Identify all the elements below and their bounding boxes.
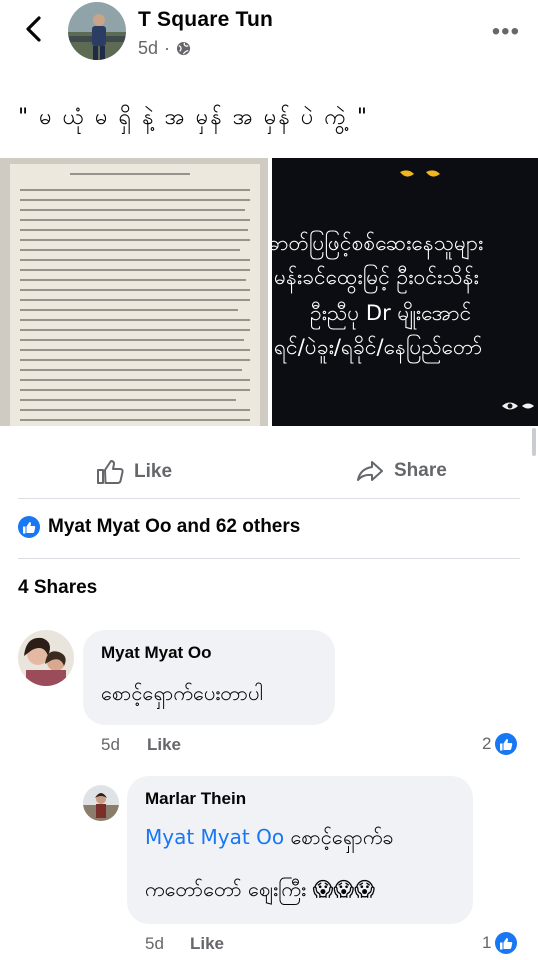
meta-separator: · (164, 38, 171, 58)
like-label: Like (134, 461, 173, 482)
commenter-avatar[interactable] (18, 630, 74, 686)
post-photo-document[interactable] (0, 158, 268, 426)
reply-author-avatar[interactable] (83, 785, 119, 821)
back-arrow-icon[interactable] (20, 14, 48, 44)
comment-like-button[interactable]: Like (147, 735, 181, 755)
graphic-line-4: ရင်/ပဲခူး/ရခိုင်/နေပြည်တော် (274, 335, 483, 359)
more-icon[interactable]: ••• (492, 18, 520, 46)
reply-emoji: 😱😱😱 (312, 877, 375, 901)
comment-time: 5d (101, 735, 120, 754)
reactions-summary[interactable]: Myat Myat Oo and 62 others (18, 516, 300, 538)
post-time[interactable]: 5d (138, 38, 158, 59)
comment-likes: 2 (482, 734, 492, 753)
reply-reaction-count[interactable]: 1 (482, 932, 518, 954)
comment-text: စောင့်ရှောက်ပေးတာပါ (101, 681, 263, 705)
scrollbar[interactable] (532, 428, 536, 456)
graphic-line-3: ဦးညီပု Dr မျိုးအောင် (310, 301, 472, 325)
post-header: T Square Tun 5d · ••• (0, 0, 538, 80)
reply-text-2: ကတော်တော် ဈေးကြီး (145, 877, 307, 901)
post-actions: Like Share (18, 447, 520, 499)
reply-text-line-2: ကတော်တော် ဈေးကြီး 😱😱😱 (145, 876, 375, 906)
reply-author[interactable]: Marlar Thein (145, 789, 246, 809)
author-avatar[interactable] (68, 2, 126, 60)
share-button[interactable]: Share (356, 459, 447, 483)
author-name[interactable]: T Square Tun (138, 8, 273, 32)
share-label: Share (394, 460, 447, 481)
reply-time: 5d (145, 934, 164, 953)
comment-author[interactable]: Myat Myat Oo (101, 643, 212, 663)
like-reaction-icon (495, 932, 518, 954)
post-photo-text-graphic[interactable]: ဓာတ်ပြဖြင့်စစ်ဆေးနေသူများ မန်းခင်ထွေးမြင… (272, 158, 538, 426)
reply-text-line-1: Myat Myat Oo စောင့်ရှောက်ခ (145, 824, 394, 854)
post-text: " မ ယုံ မ ရှိ နဲ့ အ မှန် အ မှန် ပဲ ကွဲ့ … (18, 105, 370, 130)
shares-count[interactable]: 4 Shares (18, 577, 97, 599)
like-button[interactable]: Like (96, 459, 172, 485)
reply-like-button[interactable]: Like (190, 934, 224, 954)
share-icon (357, 461, 383, 481)
reactions-text: Myat Myat Oo and 62 others (48, 516, 301, 537)
like-reaction-icon (495, 733, 518, 755)
like-reaction-icon (18, 516, 40, 538)
graphic-line-1: ဓာတ်ပြဖြင့်စစ်ဆေးနေသူများ (272, 231, 484, 255)
reply-text-1: စောင့်ရှောက်ခ (290, 825, 394, 849)
reply-mention[interactable]: Myat Myat Oo (145, 825, 284, 849)
reply-likes: 1 (482, 933, 492, 952)
divider (18, 558, 520, 559)
post-meta: 5d · (138, 38, 191, 59)
like-icon (97, 460, 124, 484)
globe-icon (176, 41, 191, 56)
graphic-line-2: မန်းခင်ထွေးမြင့် ဦးဝင်းသိန်း (274, 265, 479, 289)
comment-reaction-count[interactable]: 2 (482, 733, 518, 755)
